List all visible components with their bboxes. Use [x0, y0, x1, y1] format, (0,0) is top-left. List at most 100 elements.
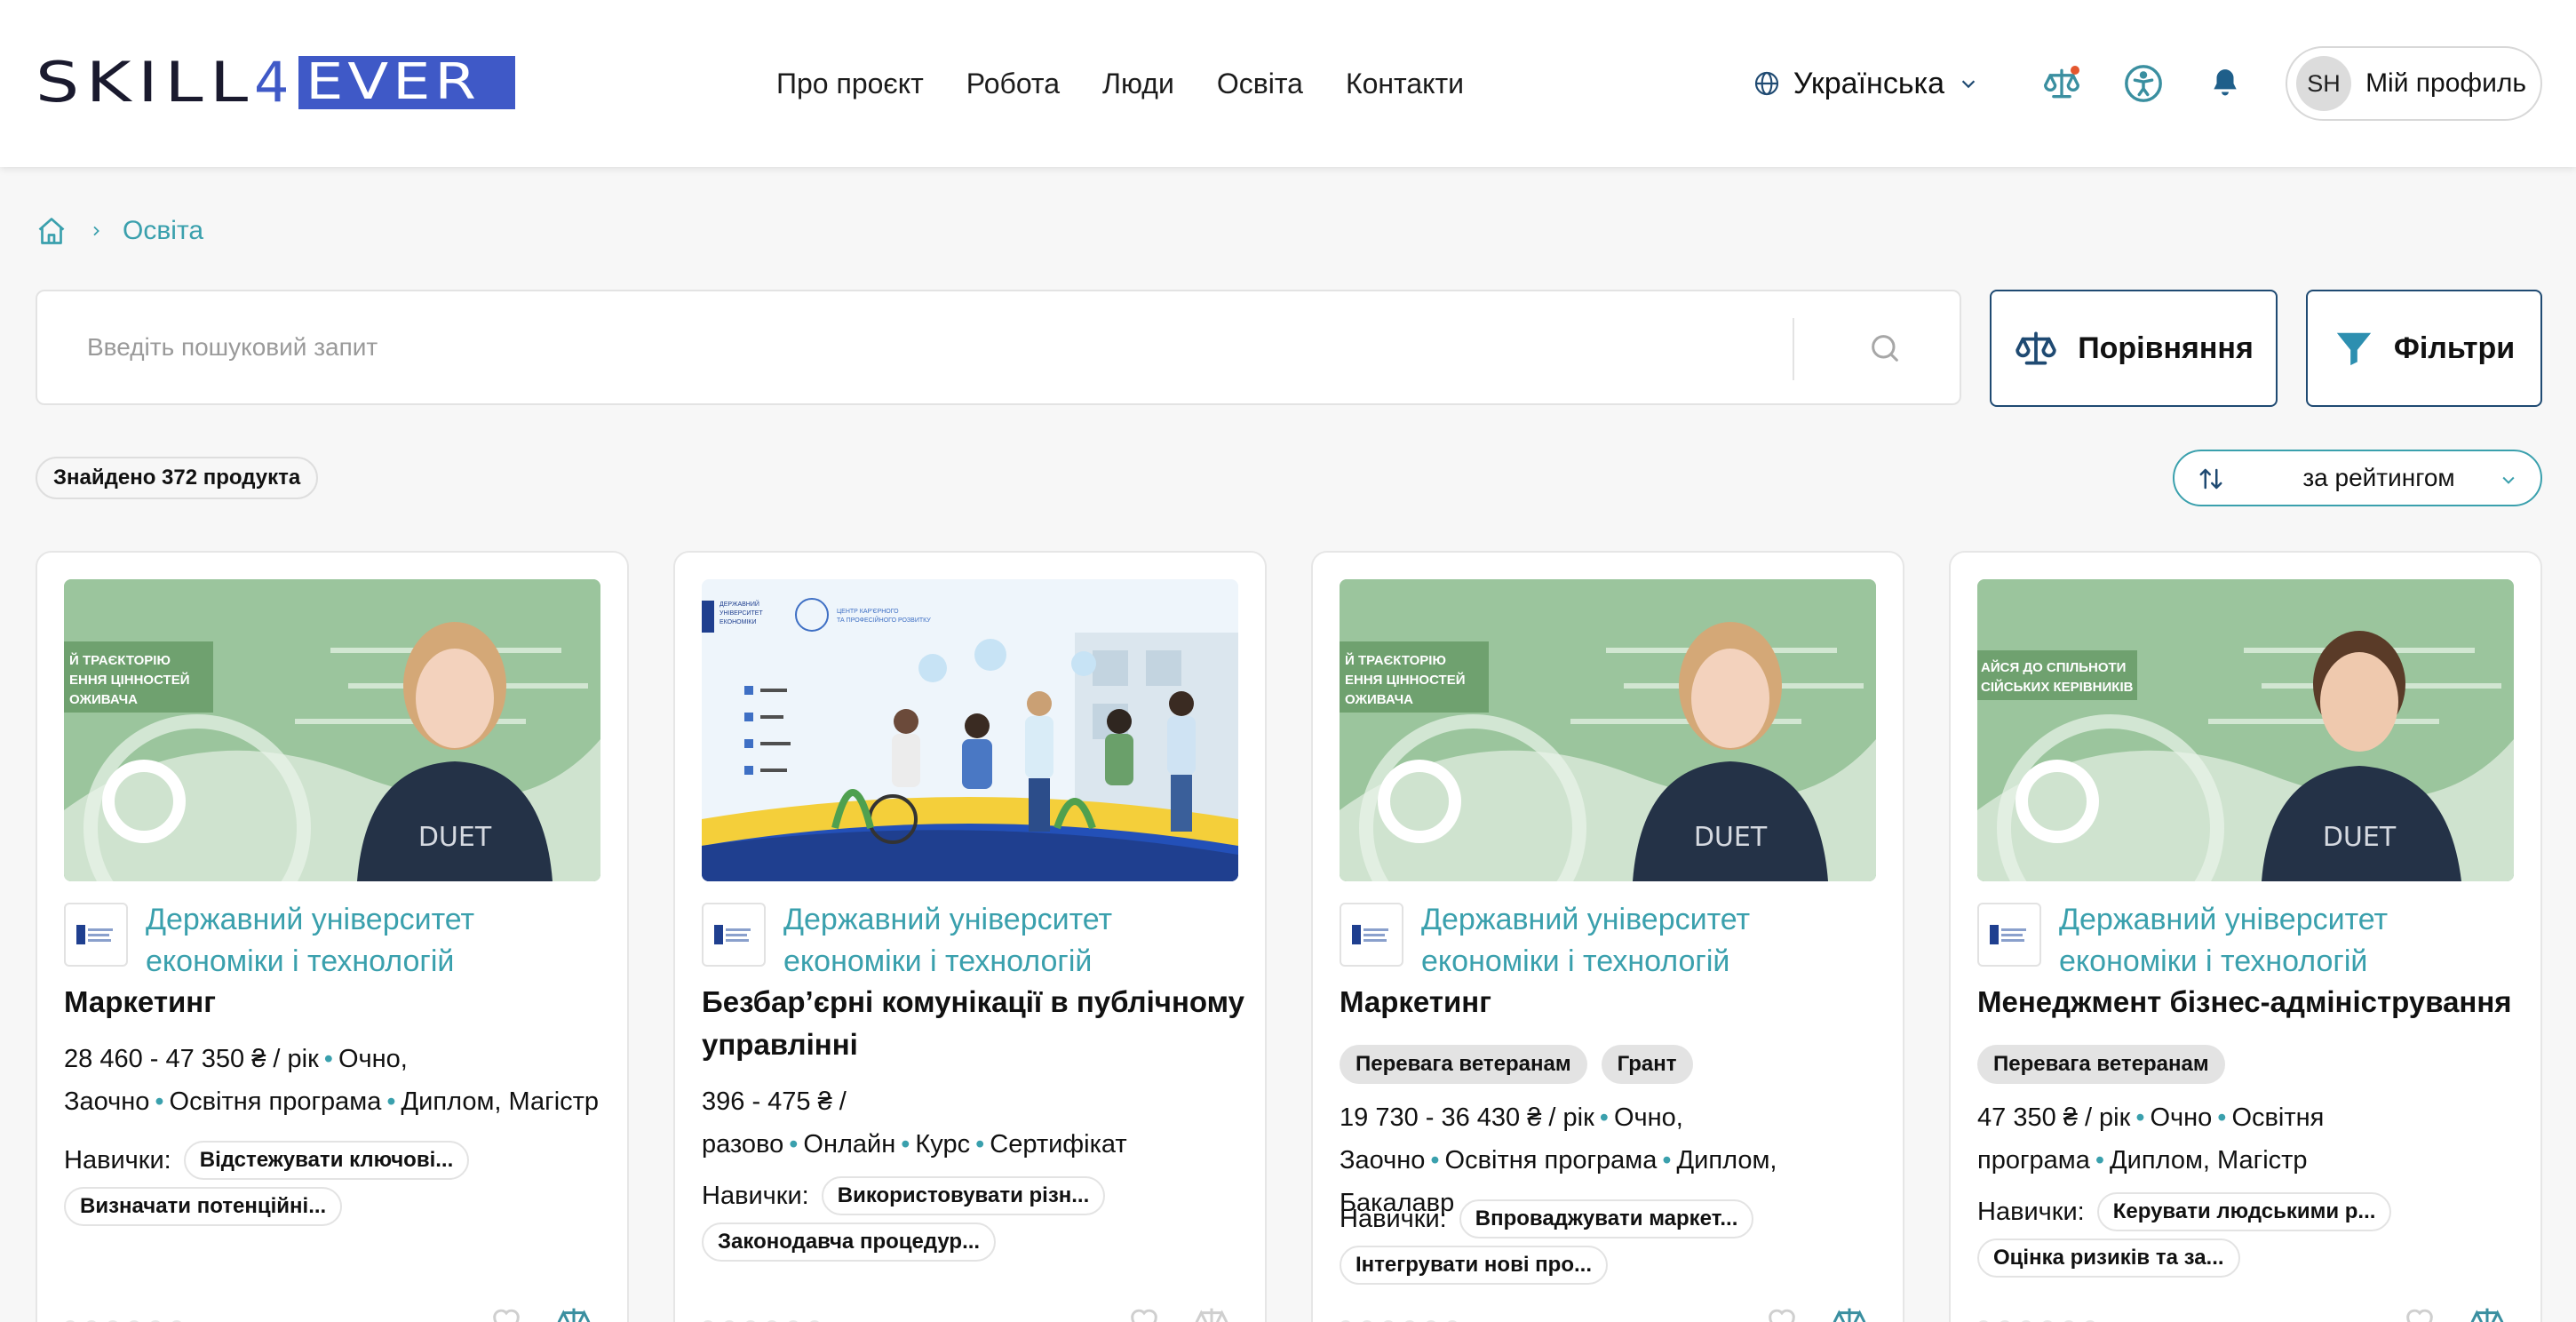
card-meta: 396 - 475 ₴ / разово • Онлайн • Курс • Сертифі…	[702, 1087, 1127, 1159]
search-icon[interactable]	[1862, 325, 1908, 371]
grant-badge: Грант	[1601, 1045, 1693, 1084]
svg-text:ЦЕНТР КАР'ЄРНОГО: ЦЕНТР КАР'ЄРНОГО	[837, 609, 899, 615]
compare-scales-icon[interactable]	[2469, 1302, 2505, 1322]
logo-text-right: EVER	[298, 56, 515, 109]
card-title[interactable]: Безбар’єрні комунікації в публічному упр…	[702, 981, 1249, 1066]
sort-select[interactable]: за рейтингом	[2173, 450, 2542, 506]
breadcrumb-current[interactable]: Освіта	[123, 216, 203, 246]
skill-chip[interactable]: Керувати людськими р...	[2096, 1192, 2392, 1231]
skills-list: Навички: Використовувати різн... Законод…	[702, 1176, 1249, 1262]
card-actions	[1126, 1302, 1229, 1322]
certificate-type: Сертифікат	[990, 1130, 1127, 1159]
product-type: Освітня програма	[169, 1087, 382, 1116]
skills-list: Навички: Впроваджувати маркет... Інтегру…	[1340, 1199, 1887, 1285]
search-input[interactable]	[87, 291, 1793, 403]
scales-icon	[2015, 331, 2056, 365]
price: 47 350 ₴ / рік	[1977, 1103, 2131, 1132]
skill-chip[interactable]: Відстежувати ключові...	[183, 1141, 470, 1180]
skills-label: Навички:	[64, 1146, 171, 1175]
svg-text:ЕКОНОМІКИ: ЕКОНОМІКИ	[720, 619, 757, 625]
skill-chip[interactable]: Інтегрувати нові про...	[1340, 1246, 1608, 1285]
product-card[interactable]: Й ТРАЄКТОРІЮ ЕННЯ ЦІННОСТЕЙ ОЖИВАЧА DUET…	[36, 551, 629, 1322]
top-header: SKILL 4 EVER Про проєкт Робота Люди Осві…	[0, 0, 2576, 167]
university-row: Державний університет економіки і технол…	[64, 899, 606, 983]
heart-icon[interactable]	[1764, 1302, 1800, 1322]
card-title[interactable]: Маркетинг	[1340, 981, 1887, 1023]
card-title[interactable]: Менеджмент бізнес-адміністрування	[1977, 981, 2524, 1023]
banner-line-2: ЕННЯ ЦІННОСТЕЙ	[69, 672, 189, 688]
university-name[interactable]: Державний університет економіки і технол…	[146, 899, 606, 983]
card-actions	[489, 1302, 592, 1322]
product-card[interactable]: Й ТРАЄКТОРІЮ ЕННЯ ЦІННОСТЕЙ ОЖИВАЧА DUET…	[1311, 551, 1904, 1322]
banner-line-1: АЙСЯ ДО СПІЛЬНОТИ	[1981, 659, 2126, 675]
heart-icon[interactable]	[1126, 1302, 1162, 1322]
skills-list: Навички: Керувати людськими р... Оцінка …	[1977, 1192, 2524, 1278]
filters-label: Фільтри	[2393, 330, 2516, 365]
university-logo[interactable]	[702, 903, 766, 967]
skill-chip[interactable]: Впроваджувати маркет...	[1459, 1199, 1754, 1238]
compare-scales-icon[interactable]	[1832, 1302, 1867, 1322]
skills-label: Навички:	[1340, 1205, 1447, 1233]
profile-button[interactable]: SH Мій профиль	[2286, 46, 2542, 121]
compare-button[interactable]: Порівняння	[1990, 290, 2278, 407]
chevron-right-icon	[89, 224, 103, 238]
sort-label: за рейтингом	[2302, 464, 2455, 491]
site-logo[interactable]: SKILL 4 EVER	[36, 55, 515, 110]
study-form: Очно	[2150, 1103, 2213, 1132]
avatar: SH	[2296, 56, 2352, 111]
card-actions	[1764, 1302, 1867, 1322]
product-card[interactable]: АЙСЯ ДО СПІЛЬНОТИ СІЙСЬКИХ КЕРІВНИКІВ DU…	[1949, 551, 2542, 1322]
product-type: Курс	[915, 1130, 971, 1159]
breadcrumb: Освіта	[36, 211, 203, 251]
university-row: Державний університет економіки і технол…	[702, 899, 1244, 983]
compare-label: Порівняння	[2078, 330, 2254, 365]
veteran-badge: Перевага ветеранам	[1977, 1045, 2225, 1084]
university-logo[interactable]	[1977, 903, 2041, 967]
card-image-management[interactable]: АЙСЯ ДО СПІЛЬНОТИ СІЙСЬКИХ КЕРІВНИКІВ DU…	[1977, 579, 2514, 881]
skill-chip[interactable]: Використовувати різн...	[821, 1176, 1106, 1215]
university-logo[interactable]	[64, 903, 128, 967]
skill-chip[interactable]: Оцінка ризиків та за...	[1977, 1238, 2240, 1278]
card-image-marketing[interactable]: Й ТРАЄКТОРІЮ ЕННЯ ЦІННОСТЕЙ ОЖИВАЧА DUET	[1340, 579, 1876, 881]
compare-scales-icon[interactable]	[556, 1302, 592, 1322]
skills-list: Навички: Відстежувати ключові... Визнача…	[64, 1141, 611, 1226]
sort-arrows-icon	[2199, 468, 2222, 490]
filters-button[interactable]: Фільтри	[2306, 290, 2542, 407]
university-row: Державний університет економіки і технол…	[1977, 899, 2519, 983]
university-name[interactable]: Державний університет економіки і технол…	[2059, 899, 2519, 983]
university-row: Державний університет економіки і технол…	[1340, 899, 1881, 983]
skills-label: Навички:	[702, 1182, 809, 1210]
skill-chip[interactable]: Визначати потенційні...	[64, 1187, 343, 1226]
nav-item-education[interactable]: Освіта	[1217, 64, 1303, 103]
filter-funnel-icon	[2336, 332, 2372, 366]
accessibility-icon[interactable]	[2122, 62, 2165, 105]
card-image-marketing[interactable]: Й ТРАЄКТОРІЮ ЕННЯ ЦІННОСТЕЙ ОЖИВАЧА DUET	[64, 579, 600, 881]
nav-item-jobs[interactable]: Робота	[966, 64, 1060, 103]
heart-icon[interactable]	[489, 1302, 524, 1322]
card-image-communications[interactable]: ДЕРЖАВНИЙ УНІВЕРСИТЕТ ЕКОНОМІКИ ЦЕНТР КА…	[702, 579, 1238, 881]
profile-label: Мій профиль	[2365, 68, 2526, 98]
price: 28 460 - 47 350 ₴ / рік	[64, 1045, 319, 1073]
product-card[interactable]: ДЕРЖАВНИЙ УНІВЕРСИТЕТ ЕКОНОМІКИ ЦЕНТР КА…	[673, 551, 1267, 1322]
nav-item-people[interactable]: Люди	[1102, 64, 1174, 103]
compare-scales-icon[interactable]	[1194, 1302, 1229, 1322]
skill-chip[interactable]: Законодавча процедур...	[702, 1222, 997, 1262]
compare-scales-icon[interactable]	[2040, 62, 2083, 105]
university-logo[interactable]	[1340, 903, 1403, 967]
badge-list: Перевага ветеранам	[1977, 1045, 2239, 1084]
university-name[interactable]: Державний університет економіки і технол…	[1421, 899, 1881, 983]
veteran-badge: Перевага ветеранам	[1340, 1045, 1587, 1084]
banner-line-2: ЕННЯ ЦІННОСТЕЙ	[1345, 672, 1465, 688]
nav-item-contacts[interactable]: Контакти	[1346, 64, 1464, 103]
language-selector[interactable]: Українська	[1753, 67, 1991, 101]
card-actions	[2402, 1302, 2505, 1322]
card-title[interactable]: Маркетинг	[64, 981, 611, 1023]
heart-icon[interactable]	[2402, 1302, 2437, 1322]
university-name[interactable]: Державний університет економіки і технол…	[783, 899, 1244, 983]
search-divider	[1793, 318, 1794, 380]
globe-icon	[1754, 71, 1778, 96]
nav-item-about[interactable]: Про проєкт	[776, 64, 924, 103]
bell-icon[interactable]	[2204, 62, 2246, 105]
study-form: Онлайн	[803, 1130, 896, 1159]
home-icon[interactable]	[36, 215, 68, 247]
